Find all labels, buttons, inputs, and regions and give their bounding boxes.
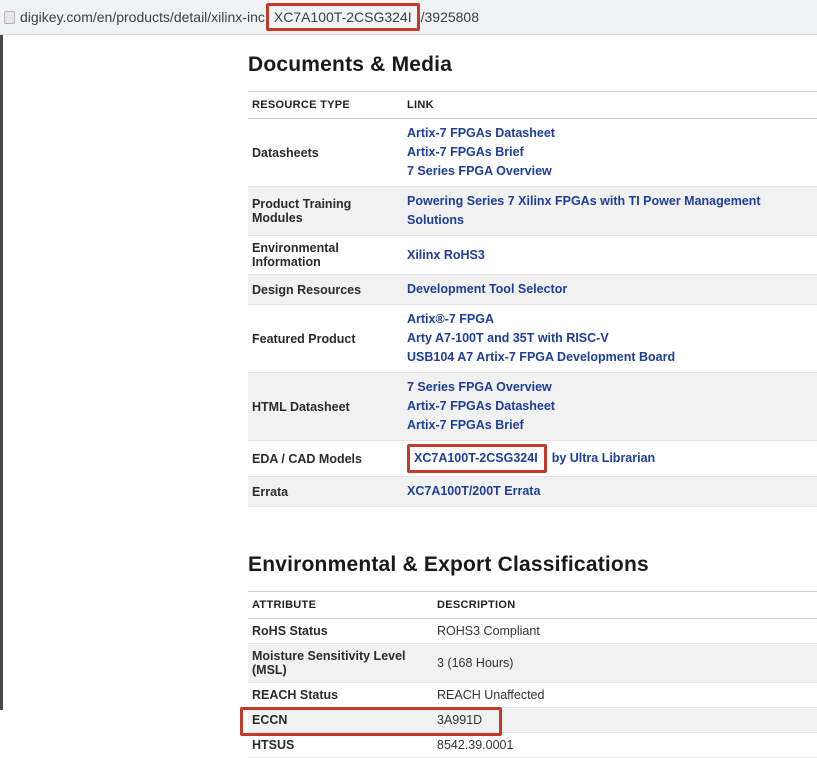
product-detail-content: Documents & Media RESOURCE TYPE LINK Dat… <box>248 35 817 758</box>
link-artix7-fpgas-datasheet[interactable]: Artix-7 FPGAs Datasheet <box>407 124 813 143</box>
resource-type-label: Featured Product <box>248 305 403 373</box>
link-powering-series7[interactable]: Powering Series 7 Xilinx FPGAs with TI P… <box>407 192 813 230</box>
resource-type-label: Design Resources <box>248 275 403 305</box>
page-favicon-icon <box>4 11 15 24</box>
attribute-value: 8542.39.0001 <box>433 733 817 758</box>
table-row-html-datasheet: HTML Datasheet 7 Series FPGA Overview Ar… <box>248 373 817 441</box>
attribute-value: 3 (168 Hours) <box>433 644 817 683</box>
link-eda-cad-model[interactable]: XC7A100T-2CSG324I by Ultra Librarian <box>407 446 655 471</box>
url-prefix: digikey.com/en/products/detail/xilinx-in… <box>20 9 265 25</box>
attribute-label: REACH Status <box>248 683 433 708</box>
attribute-value: 3A991D <box>433 708 817 733</box>
table-row-environmental-information: Environmental Information Xilinx RoHS3 <box>248 236 817 275</box>
table-row-datasheets: Datasheets Artix-7 FPGAs Datasheet Artix… <box>248 119 817 187</box>
table-row-htsus: HTSUS 8542.39.0001 <box>248 733 817 758</box>
link-errata[interactable]: XC7A100T/200T Errata <box>407 482 813 501</box>
attribute-label: ECCN <box>248 708 433 733</box>
table-row-design-resources: Design Resources Development Tool Select… <box>248 275 817 305</box>
table-row-eda-cad-models: EDA / CAD Models XC7A100T-2CSG324I by Ult… <box>248 441 817 477</box>
attribute-label: Moisture Sensitivity Level (MSL) <box>248 644 433 683</box>
attribute-label: HTSUS <box>248 733 433 758</box>
left-edge-rule <box>0 35 3 710</box>
resource-type-label: Errata <box>248 477 403 507</box>
environmental-export-heading: Environmental & Export Classifications <box>248 553 817 577</box>
column-header-attribute: ATTRIBUTE <box>248 592 433 619</box>
attribute-value: ROHS3 Compliant <box>433 619 817 644</box>
column-header-resource-type: RESOURCE TYPE <box>248 92 403 119</box>
environmental-export-table: ATTRIBUTE DESCRIPTION RoHS Status ROHS3 … <box>248 591 817 758</box>
table-row-msl: Moisture Sensitivity Level (MSL) 3 (168 … <box>248 644 817 683</box>
resource-type-label: Environmental Information <box>248 236 403 275</box>
browser-url-bar[interactable]: digikey.com/en/products/detail/xilinx-in… <box>0 0 817 35</box>
link-development-tool-selector[interactable]: Development Tool Selector <box>407 280 813 299</box>
link-arty-a7[interactable]: Arty A7-100T and 35T with RISC-V <box>407 329 813 348</box>
documents-media-heading: Documents & Media <box>248 53 817 77</box>
attribute-value: REACH Unaffected <box>433 683 817 708</box>
link-7series-fpga-overview[interactable]: 7 Series FPGA Overview <box>407 162 813 181</box>
eccn-label-text: ECCN <box>252 713 287 727</box>
url-suffix: /3925808 <box>421 9 479 25</box>
table-row-eccn: ECCN 3A991D <box>248 708 817 733</box>
resource-type-label: Datasheets <box>248 119 403 187</box>
url-text: digikey.com/en/products/detail/xilinx-in… <box>20 6 479 28</box>
column-header-description: DESCRIPTION <box>433 592 817 619</box>
table-row-product-training-modules: Product Training Modules Powering Series… <box>248 187 817 236</box>
table-row-rohs-status: RoHS Status ROHS3 Compliant <box>248 619 817 644</box>
resource-type-label: Product Training Modules <box>248 187 403 236</box>
documents-media-table: RESOURCE TYPE LINK Datasheets Artix-7 FP… <box>248 91 817 507</box>
annotation-box-url-part-number: XC7A100T-2CSG324I <box>266 3 420 31</box>
link-usb104-a7-dev-board[interactable]: USB104 A7 Artix-7 FPGA Development Board <box>407 348 813 367</box>
link-xilinx-rohs3[interactable]: Xilinx RoHS3 <box>407 246 813 265</box>
link-artix7-fpgas-datasheet[interactable]: Artix-7 FPGAs Datasheet <box>407 397 813 416</box>
link-eda-cad-suffix: by Ultra Librarian <box>552 451 656 465</box>
resource-type-label: HTML Datasheet <box>248 373 403 441</box>
table-row-featured-product: Featured Product Artix®-7 FPGA Arty A7-1… <box>248 305 817 373</box>
column-header-link: LINK <box>403 92 817 119</box>
table-row-reach-status: REACH Status REACH Unaffected <box>248 683 817 708</box>
link-artix7-fpga[interactable]: Artix®-7 FPGA <box>407 310 813 329</box>
link-artix7-fpgas-brief[interactable]: Artix-7 FPGAs Brief <box>407 143 813 162</box>
attribute-label: RoHS Status <box>248 619 433 644</box>
link-artix7-fpgas-brief[interactable]: Artix-7 FPGAs Brief <box>407 416 813 435</box>
link-7series-fpga-overview[interactable]: 7 Series FPGA Overview <box>407 378 813 397</box>
table-header-row: ATTRIBUTE DESCRIPTION <box>248 592 817 619</box>
resource-type-label: EDA / CAD Models <box>248 441 403 477</box>
annotation-box-eda-cad-part: XC7A100T-2CSG324I <box>407 444 547 473</box>
table-row-errata: Errata XC7A100T/200T Errata <box>248 477 817 507</box>
table-header-row: RESOURCE TYPE LINK <box>248 92 817 119</box>
